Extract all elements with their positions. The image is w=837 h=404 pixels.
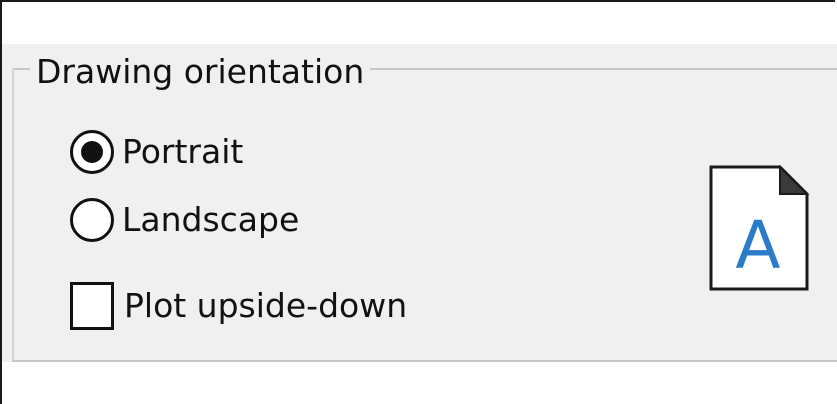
portrait-page-icon: A [709, 164, 810, 291]
portrait-radio-button[interactable] [70, 130, 114, 174]
landscape-radio-button[interactable] [70, 198, 114, 242]
plot-upside-down-option[interactable]: Plot upside-down [70, 282, 407, 330]
groupbox-border-left [12, 68, 14, 360]
portrait-radio-option[interactable]: Portrait [70, 129, 243, 175]
plot-upside-down-checkbox[interactable] [70, 282, 114, 330]
groupbox-title: Drawing orientation [30, 52, 371, 92]
landscape-label[interactable]: Landscape [122, 200, 299, 240]
plot-upside-down-label[interactable]: Plot upside-down [124, 286, 407, 326]
portrait-label[interactable]: Portrait [122, 132, 243, 172]
page-letter: A [735, 207, 780, 284]
groupbox-border-bottom [12, 360, 837, 362]
landscape-radio-option[interactable]: Landscape [70, 197, 299, 243]
